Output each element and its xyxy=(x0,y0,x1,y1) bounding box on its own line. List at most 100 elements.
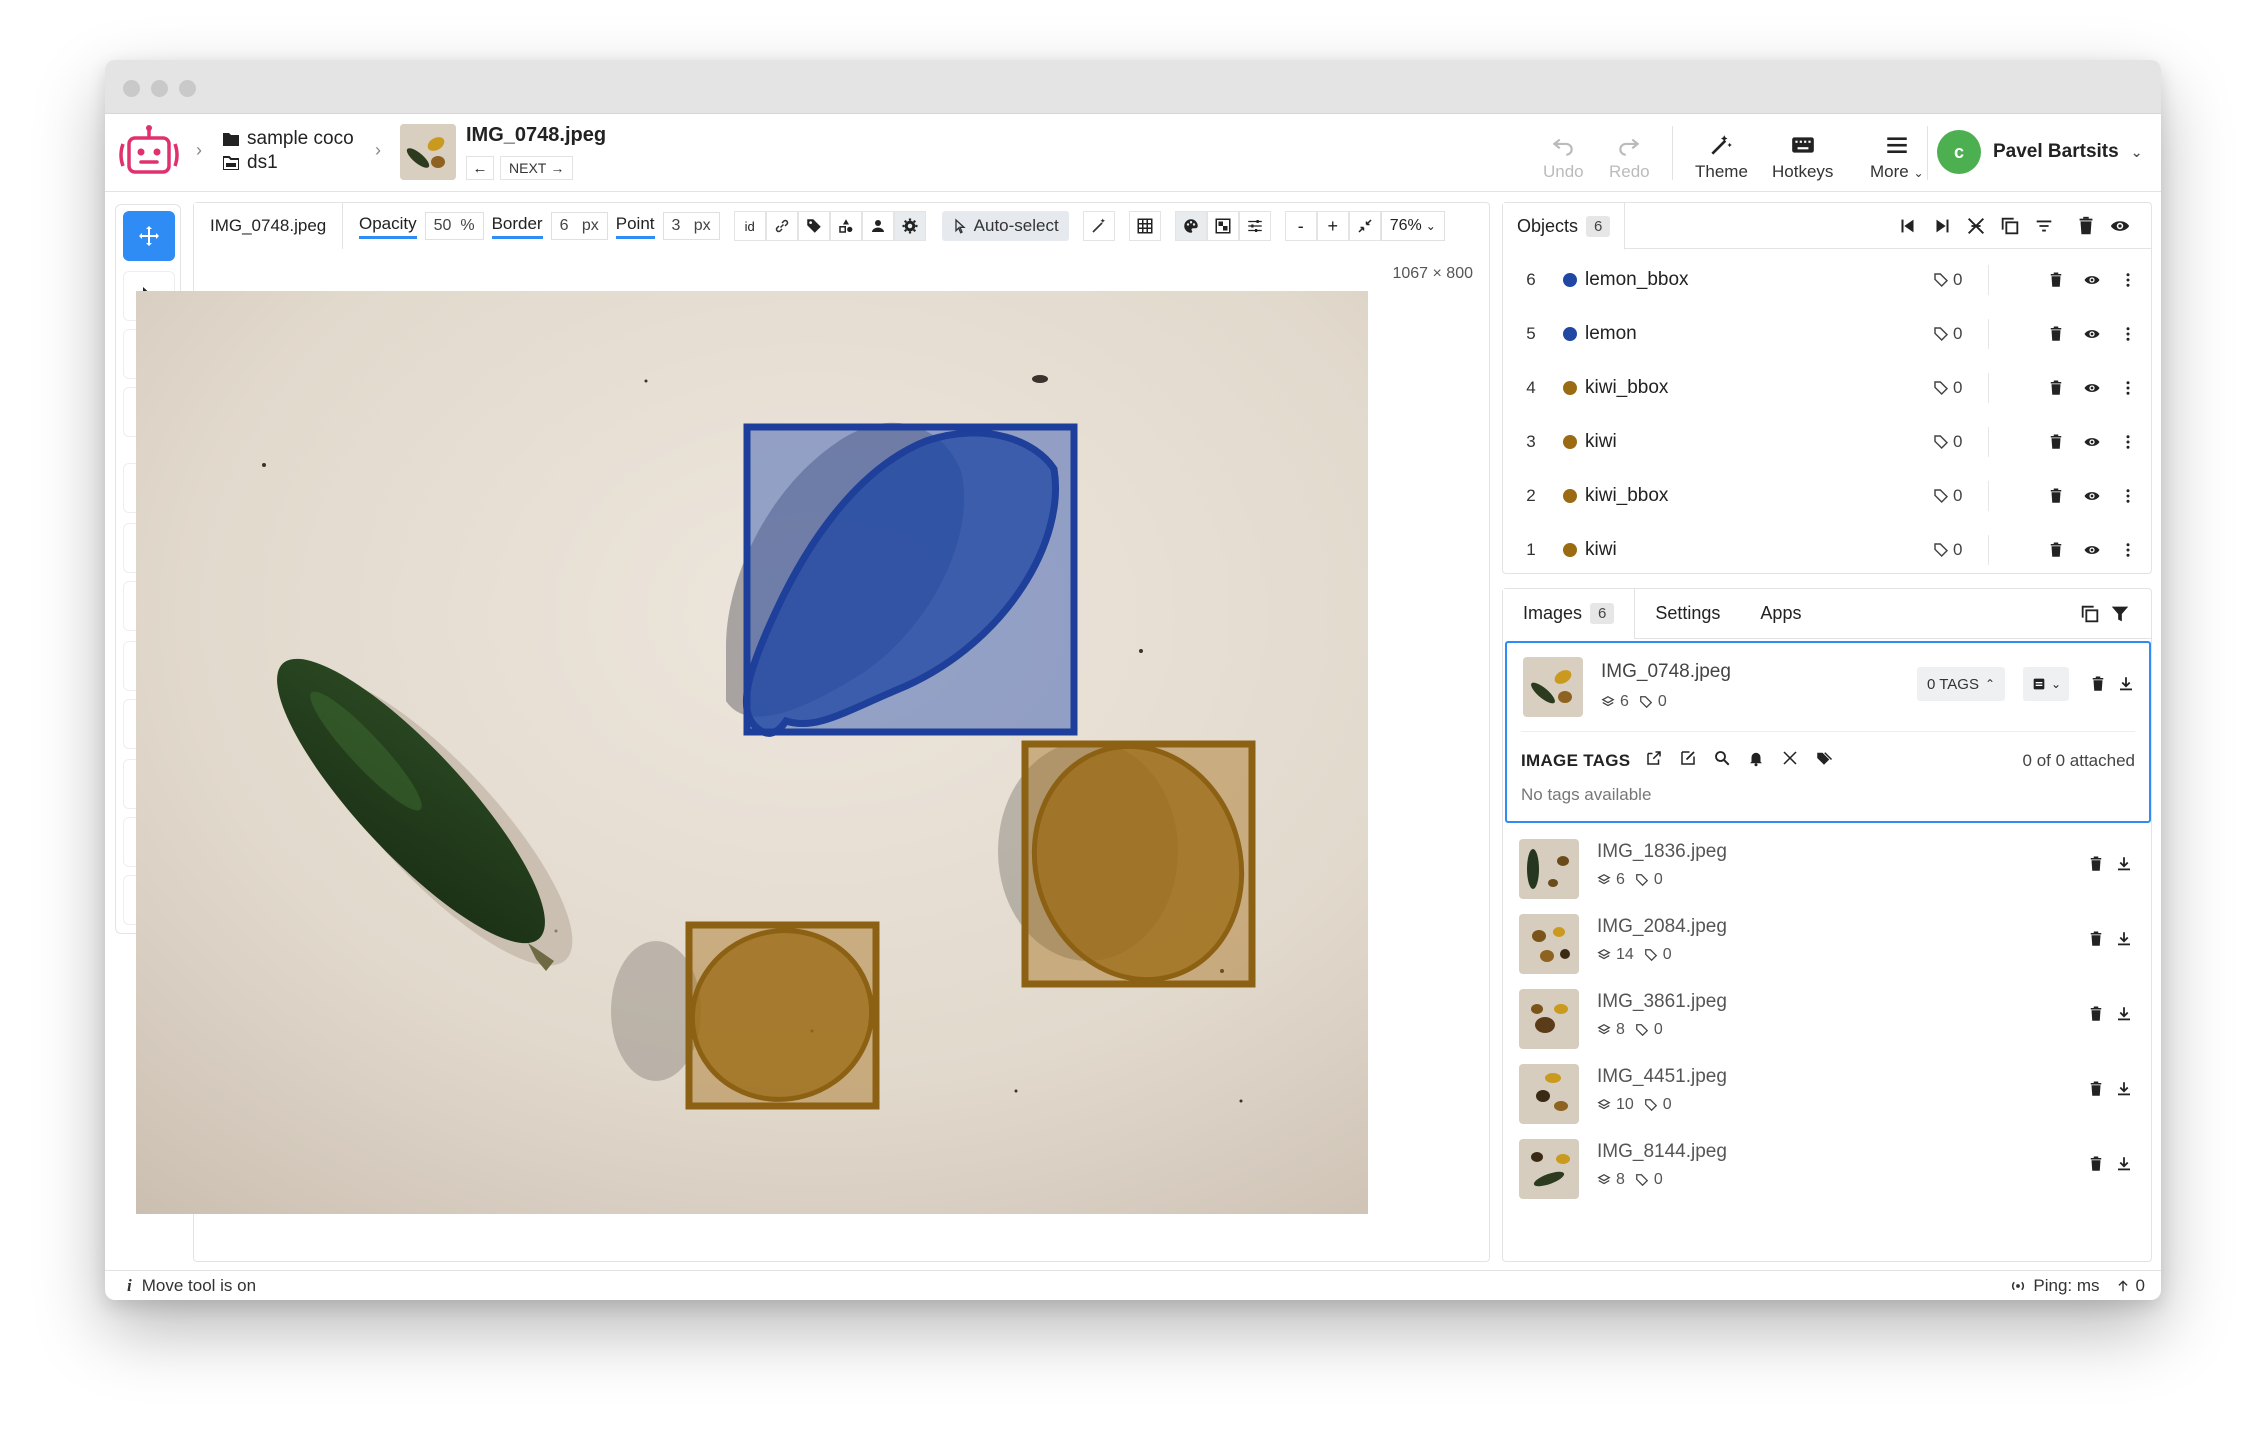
edit-tags-icon[interactable] xyxy=(1679,749,1697,767)
object-tags-count[interactable]: 0 xyxy=(1933,540,1962,560)
list-item[interactable]: 2 kiwi_bbox 0 xyxy=(1503,469,2153,523)
download-image-icon[interactable] xyxy=(2115,930,2133,948)
delete-all-icon[interactable] xyxy=(2075,215,2097,237)
color-mode-toggle[interactable] xyxy=(1174,211,1207,241)
opacity-input[interactable]: 50 % xyxy=(424,212,484,240)
settings-toggle[interactable] xyxy=(893,211,926,241)
user-toggle[interactable] xyxy=(861,211,894,241)
mask-toggle[interactable] xyxy=(1206,211,1239,241)
annotation-canvas[interactable] xyxy=(136,291,1368,1214)
tab-apps[interactable]: Apps xyxy=(1740,589,1821,639)
more-menu-button[interactable]: More ⌄ xyxy=(1870,132,1924,182)
delete-object-icon[interactable] xyxy=(2047,541,2065,559)
tags-toggle[interactable] xyxy=(797,211,830,241)
more-vertical-icon[interactable] xyxy=(2119,271,2137,289)
previous-image-button[interactable]: ← xyxy=(466,156,494,180)
list-item[interactable]: IMG_2084.jpeg 14 0 xyxy=(1503,906,2153,981)
list-item[interactable]: 1 kiwi 0 xyxy=(1503,523,2153,577)
magic-toggle[interactable] xyxy=(1082,211,1115,241)
eye-icon[interactable] xyxy=(2083,325,2101,343)
filter-lines-icon[interactable] xyxy=(2033,215,2055,237)
delete-image-icon[interactable] xyxy=(2087,1005,2105,1023)
eye-icon[interactable] xyxy=(2083,487,2101,505)
tab-settings[interactable]: Settings xyxy=(1635,589,1740,639)
redo-button[interactable]: Redo xyxy=(1609,132,1650,182)
next-image-button[interactable]: NEXT → xyxy=(500,156,574,180)
delete-image-icon[interactable] xyxy=(2087,930,2105,948)
first-object-icon[interactable] xyxy=(1897,215,1919,237)
list-item[interactable]: 3 kiwi 0 xyxy=(1503,415,2153,469)
tab-current-image[interactable]: IMG_0748.jpeg xyxy=(194,203,344,249)
list-item[interactable]: IMG_1836.jpeg 6 0 xyxy=(1503,831,2153,906)
grid-toggle[interactable] xyxy=(1128,211,1161,241)
last-object-icon[interactable] xyxy=(1931,215,1953,237)
bell-icon[interactable] xyxy=(1747,749,1765,767)
search-tags-icon[interactable] xyxy=(1713,749,1731,767)
delete-object-icon[interactable] xyxy=(2047,325,2065,343)
object-tags-count[interactable]: 0 xyxy=(1933,432,1962,452)
eye-icon[interactable] xyxy=(2083,433,2101,451)
eye-icon[interactable] xyxy=(2083,271,2101,289)
eye-icon[interactable] xyxy=(2083,379,2101,397)
image-actions-menu[interactable]: ⌄ xyxy=(2023,667,2070,701)
zoom-out-button[interactable]: - xyxy=(1284,211,1317,241)
selected-image-card[interactable]: IMG_0748.jpeg 6 0 0 TAGS ⌃ ⌄ IMAGE TAGS xyxy=(1505,641,2151,823)
tab-images[interactable]: Images 6 xyxy=(1503,588,1636,639)
close-window-dot[interactable] xyxy=(123,80,140,97)
delete-object-icon[interactable] xyxy=(2047,487,2065,505)
adjust-toggle[interactable] xyxy=(1238,211,1271,241)
delete-image-icon[interactable] xyxy=(2089,675,2107,693)
tab-objects[interactable]: Objects 6 xyxy=(1503,203,1626,250)
zoom-select[interactable]: 76% ⌄ xyxy=(1380,211,1445,241)
move-tool-button[interactable] xyxy=(123,211,175,261)
zoom-in-button[interactable]: + xyxy=(1316,211,1349,241)
more-vertical-icon[interactable] xyxy=(2119,433,2137,451)
eye-icon[interactable] xyxy=(2083,541,2101,559)
list-item[interactable]: IMG_4451.jpeg 10 0 xyxy=(1503,1056,2153,1131)
remove-tags-icon[interactable] xyxy=(1781,749,1799,767)
fit-button[interactable] xyxy=(1348,211,1381,241)
delete-object-icon[interactable] xyxy=(2047,379,2065,397)
link-toggle[interactable] xyxy=(765,211,798,241)
classes-toggle[interactable] xyxy=(829,211,862,241)
more-vertical-icon[interactable] xyxy=(2119,541,2137,559)
breadcrumb-dataset[interactable]: ds1 xyxy=(223,152,354,174)
delete-object-icon[interactable] xyxy=(2047,433,2065,451)
object-tags-count[interactable]: 0 xyxy=(1933,270,1962,290)
auto-select-button[interactable]: Auto-select xyxy=(941,211,1069,241)
more-vertical-icon[interactable] xyxy=(2119,487,2137,505)
list-item[interactable]: IMG_3861.jpeg 8 0 xyxy=(1503,981,2153,1056)
zoom-window-dot[interactable] xyxy=(179,80,196,97)
download-image-icon[interactable] xyxy=(2115,1005,2133,1023)
more-vertical-icon[interactable] xyxy=(2119,325,2137,343)
copy-icon[interactable] xyxy=(1999,215,2021,237)
lemon-object[interactable] xyxy=(726,422,1078,737)
minimize-window-dot[interactable] xyxy=(151,80,168,97)
theme-button[interactable]: Theme xyxy=(1695,132,1748,182)
delete-image-icon[interactable] xyxy=(2087,855,2105,873)
user-menu[interactable]: c Pavel Bartsits ⌄ xyxy=(1937,130,2142,174)
kiwi-large-object[interactable] xyxy=(998,719,1271,1006)
open-tags-icon[interactable] xyxy=(1645,749,1663,767)
point-input[interactable]: 3 px xyxy=(662,212,720,240)
list-item[interactable]: 5 lemon 0 xyxy=(1503,307,2153,361)
download-image-icon[interactable] xyxy=(2115,855,2133,873)
list-item[interactable]: 6 lemon_bbox 0 xyxy=(1503,253,2153,307)
object-tags-count[interactable]: 0 xyxy=(1933,378,1962,398)
delete-object-icon[interactable] xyxy=(2047,271,2065,289)
object-tags-count[interactable]: 0 xyxy=(1933,324,1962,344)
show-all-eye-icon[interactable] xyxy=(2109,215,2131,237)
copy-images-icon[interactable] xyxy=(2079,603,2101,625)
filter-icon[interactable] xyxy=(2109,603,2131,625)
hotkeys-button[interactable]: Hotkeys xyxy=(1772,132,1833,182)
breadcrumb-project[interactable]: sample coco xyxy=(223,128,354,150)
tags-toggle-button[interactable]: 0 TAGS ⌃ xyxy=(1917,667,2006,701)
list-item[interactable]: IMG_8144.jpeg 8 0 xyxy=(1503,1131,2153,1206)
list-item[interactable]: 4 kiwi_bbox 0 xyxy=(1503,361,2153,415)
object-tags-count[interactable]: 0 xyxy=(1933,486,1962,506)
delete-image-icon[interactable] xyxy=(2087,1155,2105,1173)
download-image-icon[interactable] xyxy=(2115,1080,2133,1098)
undo-button[interactable]: Undo xyxy=(1543,132,1584,182)
download-image-icon[interactable] xyxy=(2117,675,2135,693)
border-input[interactable]: 6 px xyxy=(550,212,608,240)
